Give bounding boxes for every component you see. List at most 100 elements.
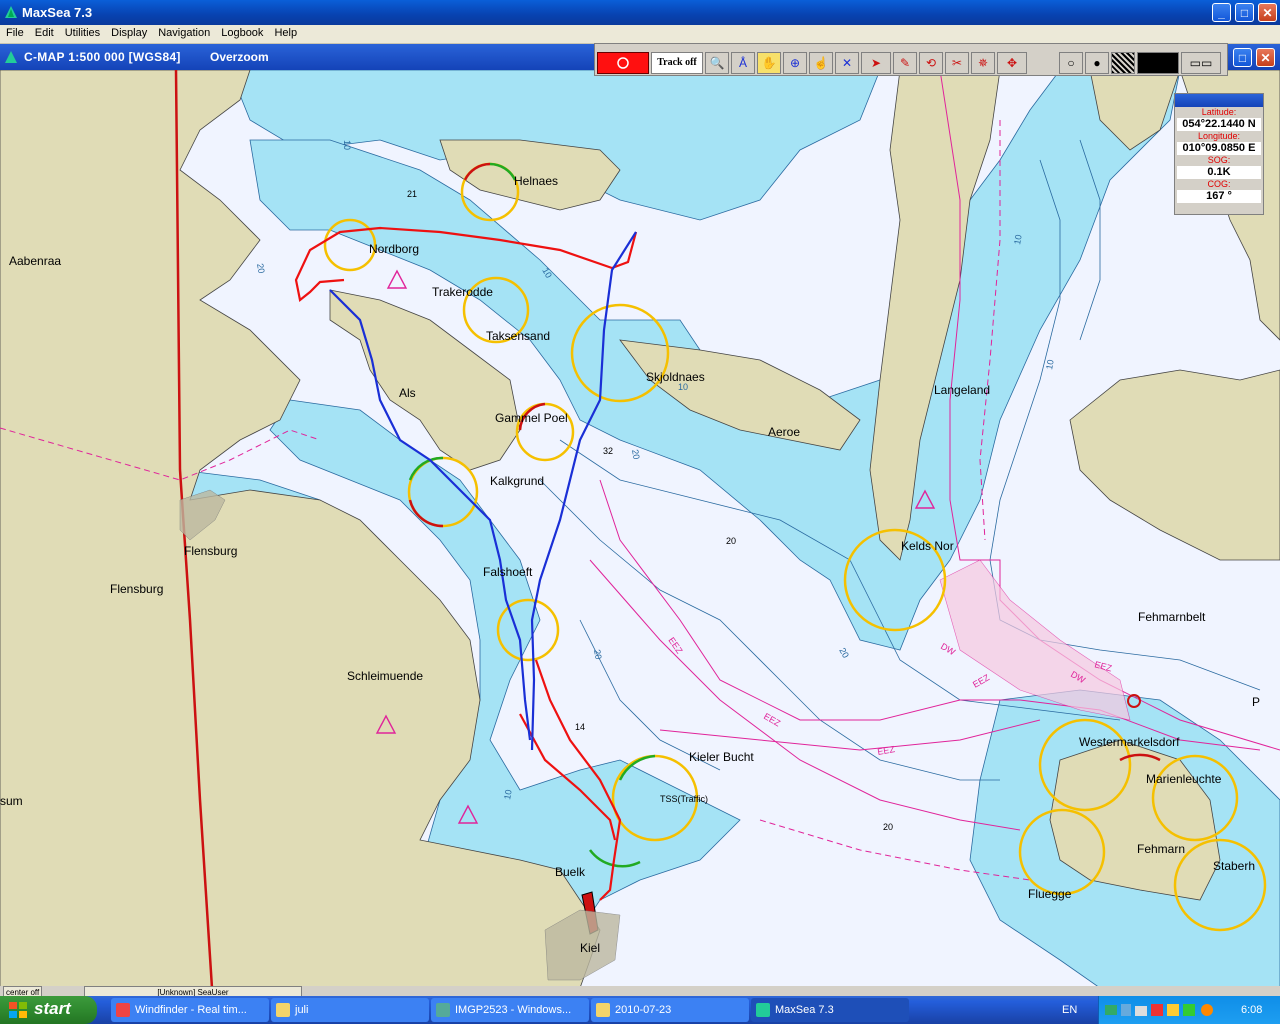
route-button[interactable]: ⟲ [919, 52, 943, 74]
tray-icons[interactable] [1105, 1002, 1225, 1018]
system-tray: 6:08 [1098, 996, 1280, 1024]
task-maxsea[interactable]: MaxSea 7.3 [751, 998, 909, 1022]
language-indicator[interactable]: EN [1062, 1004, 1077, 1016]
task-imgp2523-label: IMGP2523 - Windows... [455, 1004, 572, 1016]
measure-button[interactable]: ✕ [835, 52, 859, 74]
label-gammel-poel: Gammel Poel [495, 411, 568, 425]
menu-help[interactable]: Help [268, 25, 302, 39]
mark-empty-button[interactable]: ○ [1059, 52, 1083, 74]
sog-label: SOG: [1207, 155, 1231, 165]
grab-icon: ☝ [813, 56, 829, 70]
chart-toolbar: Track off 🔍 Å ✋ ⊕ ☝ ✕ ➤ ✎ ⟲ ✂ ✵ ✥ ○ ● ▭▭ [594, 43, 1228, 76]
label-helnaes: Helnaes [514, 174, 558, 188]
label-skjoldnaes: Skjoldnaes [646, 370, 705, 384]
label-aeroe: Aeroe [768, 425, 800, 439]
pan-button[interactable]: ✋ [757, 52, 781, 74]
longitude-value: 010°09.0850 E [1177, 142, 1261, 155]
select-button[interactable]: ➤ [861, 52, 891, 74]
chart-canvas[interactable]: Aabenraa Helnaes Nordborg Trakerodde Tak… [0, 70, 1280, 988]
menu-file[interactable]: File [0, 25, 29, 39]
task-maxsea-label: MaxSea 7.3 [775, 1004, 834, 1016]
label-kalkgrund: Kalkgrund [490, 474, 544, 488]
maxsea-app-icon [5, 6, 17, 18]
move-button[interactable]: ✥ [997, 52, 1027, 74]
filled-circle-icon: ● [1093, 56, 1101, 70]
label-als: Als [399, 386, 416, 400]
pattern-button[interactable] [1111, 52, 1135, 74]
label-kieler-bucht: Kieler Bucht [689, 750, 754, 764]
waypoint-icon: ✵ [977, 56, 989, 70]
contour-label-6: 20 [592, 649, 604, 661]
zoom-state: Overzoom [210, 50, 269, 64]
windows-logo-icon [9, 1002, 27, 1018]
contour-label-8: 10 [1044, 359, 1056, 371]
task-juli[interactable]: juli [271, 998, 429, 1022]
minimize-button[interactable]: _ [1212, 3, 1231, 22]
draw-button[interactable]: ✎ [893, 52, 917, 74]
label-flensburg-2: Flensburg [110, 582, 163, 596]
compass-button[interactable]: Å [731, 52, 755, 74]
folder-icon-2 [596, 1003, 610, 1017]
pencil-icon: ✎ [899, 56, 911, 70]
security-icon [1151, 1004, 1163, 1016]
cog-value: 167 ° [1177, 190, 1261, 203]
wifi-icon [1121, 1004, 1131, 1016]
menu-edit[interactable]: Edit [29, 25, 59, 39]
color-button[interactable] [1137, 52, 1179, 74]
track-off-button[interactable]: Track off [651, 52, 703, 74]
waypoint-button[interactable]: ✵ [971, 52, 995, 74]
window-layout-icon: ▭▭ [1189, 56, 1213, 70]
record-button[interactable] [597, 52, 649, 74]
menu-display[interactable]: Display [105, 25, 152, 39]
app-tray-icon [1201, 1004, 1213, 1016]
safe-remove-icon [1183, 1004, 1195, 1016]
menu-navigation[interactable]: Navigation [152, 25, 215, 39]
label-falshoeft: Falshoeft [483, 565, 533, 579]
depth-4: 14 [575, 722, 585, 732]
navigation-data-panel: Latitude: 054°22.1440 N Longitude: 010°0… [1174, 93, 1264, 215]
zoom-button[interactable]: 🔍 [705, 52, 729, 74]
maximize-button[interactable]: □ [1235, 3, 1254, 22]
volume-icon [1135, 1006, 1147, 1016]
menu-logbook[interactable]: Logbook [215, 25, 268, 39]
menu-bar: File Edit Utilities Display Navigation Logboo… [0, 25, 1280, 44]
label-sum: sum [0, 794, 23, 808]
label-trakerodde: Trakerodde [432, 285, 493, 299]
mark-filled-button[interactable]: ● [1085, 52, 1109, 74]
clock: 6:08 [1241, 1004, 1263, 1016]
update-icon [1167, 1004, 1179, 1016]
depth-5: 20 [883, 822, 893, 832]
task-2010-07-23[interactable]: 2010-07-23 [591, 998, 749, 1022]
nautical-chart[interactable]: Aabenraa Helnaes Nordborg Trakerodde Tak… [0, 70, 1280, 988]
arrow-icon: ➤ [870, 56, 882, 70]
task-imgp2523[interactable]: IMGP2523 - Windows... [431, 998, 589, 1022]
label-aabenraa: Aabenraa [9, 254, 61, 268]
label-marienleuchte: Marienleuchte [1146, 772, 1222, 786]
label-fluegge: Fluegge [1028, 887, 1072, 901]
browser-icon [116, 1003, 130, 1017]
chart-restore-button[interactable]: □ [1233, 48, 1252, 67]
close-button[interactable]: ✕ [1258, 3, 1277, 22]
window-title: MaxSea 7.3 [22, 5, 93, 20]
task-windfinder[interactable]: Windfinder - Real tim... [111, 998, 269, 1022]
crosshair-icon: ⊕ [789, 56, 801, 70]
chart-close-button[interactable]: ✕ [1256, 48, 1275, 67]
label-traffic: TSS(Traffic) [660, 794, 708, 804]
menu-utilities[interactable]: Utilities [59, 25, 105, 39]
chart-scale-title: C-MAP 1:500 000 [WGS84] [24, 50, 181, 64]
network-icon [1105, 1005, 1117, 1015]
hand-icon: ✋ [761, 56, 777, 70]
circle-icon: ○ [1067, 56, 1075, 70]
cut-button[interactable]: ✂ [945, 52, 969, 74]
move-icon: ✥ [1006, 56, 1018, 70]
measure-icon: ✕ [841, 56, 853, 70]
task-windfinder-label: Windfinder - Real tim... [135, 1004, 247, 1016]
start-button[interactable]: start [0, 996, 97, 1024]
contour-label-4: 10 [678, 382, 688, 392]
layout-button[interactable]: ▭▭ [1181, 52, 1221, 74]
grab-button[interactable]: ☝ [809, 52, 833, 74]
contour-label-10: 10 [502, 789, 514, 801]
latitude-label: Latitude: [1201, 107, 1237, 117]
center-button[interactable]: ⊕ [783, 52, 807, 74]
label-westermarkelsdorf: Westermarkelsdorf [1079, 735, 1180, 749]
